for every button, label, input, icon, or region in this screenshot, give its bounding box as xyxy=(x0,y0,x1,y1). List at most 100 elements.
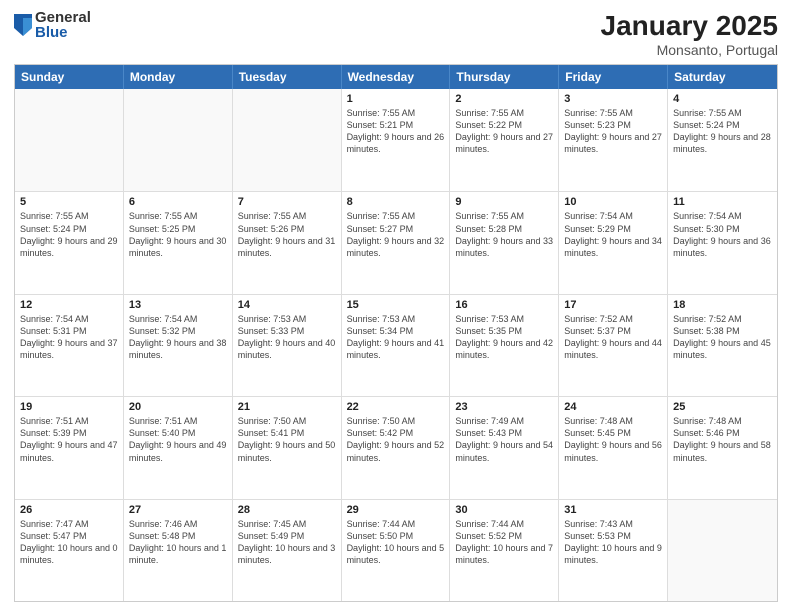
calendar-day-cell: 1 Sunrise: 7:55 AMSunset: 5:21 PMDaylight… xyxy=(342,89,451,191)
day-number: 28 xyxy=(238,504,336,516)
day-info: Sunrise: 7:43 AMSunset: 5:53 PMDaylight:… xyxy=(564,518,662,567)
day-number: 16 xyxy=(455,299,553,311)
day-number: 1 xyxy=(347,93,445,105)
logo-blue: Blue xyxy=(35,25,91,40)
calendar-day-cell: 10 Sunrise: 7:54 AMSunset: 5:29 PMDayligh… xyxy=(559,192,668,293)
day-number: 22 xyxy=(347,401,445,413)
day-number: 13 xyxy=(129,299,227,311)
day-info: Sunrise: 7:51 AMSunset: 5:40 PMDaylight:… xyxy=(129,415,227,464)
calendar-day-cell: 5Sunrise: 7:55 AMSunset: 5:24 PMDaylight… xyxy=(15,192,124,293)
calendar-week-row: 1 Sunrise: 7:55 AMSunset: 5:21 PMDaylight… xyxy=(15,89,777,191)
calendar-day-cell: 31 Sunrise: 7:43 AMSunset: 5:53 PMDayligh… xyxy=(559,500,668,601)
day-info: Sunrise: 7:50 AMSunset: 5:41 PMDaylight:… xyxy=(238,415,336,464)
calendar-day-cell: 16 Sunrise: 7:53 AMSunset: 5:35 PMDayligh… xyxy=(450,295,559,396)
day-number: 31 xyxy=(564,504,662,516)
calendar-day-cell: 29Sunrise: 7:44 AMSunset: 5:50 PMDayligh… xyxy=(342,500,451,601)
day-info: Sunrise: 7:45 AMSunset: 5:49 PMDaylight:… xyxy=(238,518,336,567)
calendar-day-cell: 8 Sunrise: 7:55 AMSunset: 5:27 PMDaylight… xyxy=(342,192,451,293)
day-info: Sunrise: 7:44 AMSunset: 5:52 PMDaylight:… xyxy=(455,518,553,567)
day-number: 14 xyxy=(238,299,336,311)
day-number: 15 xyxy=(347,299,445,311)
day-number: 12 xyxy=(20,299,118,311)
calendar-header: SundayMondayTuesdayWednesdayThursdayFrid… xyxy=(15,65,777,89)
calendar: SundayMondayTuesdayWednesdayThursdayFrid… xyxy=(14,64,778,602)
day-info: Sunrise: 7:55 AMSunset: 5:22 PMDaylight:… xyxy=(455,107,553,156)
day-info: Sunrise: 7:55 AMSunset: 5:24 PMDaylight:… xyxy=(20,210,118,259)
calendar-day-cell: 17 Sunrise: 7:52 AMSunset: 5:37 PMDayligh… xyxy=(559,295,668,396)
day-info: Sunrise: 7:50 AMSunset: 5:42 PMDaylight:… xyxy=(347,415,445,464)
calendar-day-cell xyxy=(15,89,124,191)
weekday-header: Saturday xyxy=(668,65,777,89)
calendar-day-cell: 21Sunrise: 7:50 AMSunset: 5:41 PMDayligh… xyxy=(233,397,342,498)
calendar-day-cell: 2 Sunrise: 7:55 AMSunset: 5:22 PMDaylight… xyxy=(450,89,559,191)
day-info: Sunrise: 7:53 AMSunset: 5:33 PMDaylight:… xyxy=(238,313,336,362)
logo-text: General Blue xyxy=(35,10,91,40)
calendar-day-cell: 11 Sunrise: 7:54 AMSunset: 5:30 PMDayligh… xyxy=(668,192,777,293)
calendar-day-cell: 18Sunrise: 7:52 AMSunset: 5:38 PMDayligh… xyxy=(668,295,777,396)
day-number: 4 xyxy=(673,93,772,105)
calendar-week-row: 5Sunrise: 7:55 AMSunset: 5:24 PMDaylight… xyxy=(15,191,777,293)
calendar-day-cell: 12Sunrise: 7:54 AMSunset: 5:31 PMDayligh… xyxy=(15,295,124,396)
day-info: Sunrise: 7:55 AMSunset: 5:26 PMDaylight:… xyxy=(238,210,336,259)
weekday-header: Monday xyxy=(124,65,233,89)
logo-general: General xyxy=(35,10,91,25)
calendar-day-cell: 6Sunrise: 7:55 AMSunset: 5:25 PMDaylight… xyxy=(124,192,233,293)
day-info: Sunrise: 7:55 AMSunset: 5:27 PMDaylight:… xyxy=(347,210,445,259)
day-number: 24 xyxy=(564,401,662,413)
day-info: Sunrise: 7:51 AMSunset: 5:39 PMDaylight:… xyxy=(20,415,118,464)
day-info: Sunrise: 7:54 AMSunset: 5:29 PMDaylight:… xyxy=(564,210,662,259)
day-number: 20 xyxy=(129,401,227,413)
page-header: General Blue January 2025 Monsanto, Port… xyxy=(14,10,778,58)
calendar-day-cell: 28 Sunrise: 7:45 AMSunset: 5:49 PMDayligh… xyxy=(233,500,342,601)
day-info: Sunrise: 7:52 AMSunset: 5:37 PMDaylight:… xyxy=(564,313,662,362)
calendar-day-cell xyxy=(233,89,342,191)
day-info: Sunrise: 7:53 AMSunset: 5:34 PMDaylight:… xyxy=(347,313,445,362)
day-info: Sunrise: 7:55 AMSunset: 5:28 PMDaylight:… xyxy=(455,210,553,259)
day-info: Sunrise: 7:55 AMSunset: 5:23 PMDaylight:… xyxy=(564,107,662,156)
day-number: 9 xyxy=(455,196,553,208)
day-info: Sunrise: 7:48 AMSunset: 5:46 PMDaylight:… xyxy=(673,415,772,464)
calendar-day-cell: 27 Sunrise: 7:46 AMSunset: 5:48 PMDayligh… xyxy=(124,500,233,601)
day-info: Sunrise: 7:55 AMSunset: 5:21 PMDaylight:… xyxy=(347,107,445,156)
title-area: January 2025 Monsanto, Portugal xyxy=(601,10,778,58)
calendar-day-cell: 20 Sunrise: 7:51 AMSunset: 5:40 PMDayligh… xyxy=(124,397,233,498)
day-info: Sunrise: 7:55 AMSunset: 5:24 PMDaylight:… xyxy=(673,107,772,156)
calendar-day-cell: 26Sunrise: 7:47 AMSunset: 5:47 PMDayligh… xyxy=(15,500,124,601)
weekday-header: Friday xyxy=(559,65,668,89)
calendar-day-cell: 3Sunrise: 7:55 AMSunset: 5:23 PMDaylight… xyxy=(559,89,668,191)
calendar-day-cell: 15 Sunrise: 7:53 AMSunset: 5:34 PMDayligh… xyxy=(342,295,451,396)
day-info: Sunrise: 7:54 AMSunset: 5:30 PMDaylight:… xyxy=(673,210,772,259)
day-info: Sunrise: 7:48 AMSunset: 5:45 PMDaylight:… xyxy=(564,415,662,464)
day-number: 2 xyxy=(455,93,553,105)
month-title: January 2025 xyxy=(601,10,778,42)
logo: General Blue xyxy=(14,10,91,40)
calendar-body: 1 Sunrise: 7:55 AMSunset: 5:21 PMDaylight… xyxy=(15,89,777,601)
calendar-day-cell: 9 Sunrise: 7:55 AMSunset: 5:28 PMDaylight… xyxy=(450,192,559,293)
day-number: 18 xyxy=(673,299,772,311)
calendar-page: General Blue January 2025 Monsanto, Port… xyxy=(0,0,792,612)
calendar-day-cell: 14 Sunrise: 7:53 AMSunset: 5:33 PMDayligh… xyxy=(233,295,342,396)
calendar-day-cell: 19Sunrise: 7:51 AMSunset: 5:39 PMDayligh… xyxy=(15,397,124,498)
day-number: 27 xyxy=(129,504,227,516)
day-info: Sunrise: 7:46 AMSunset: 5:48 PMDaylight:… xyxy=(129,518,227,567)
day-number: 17 xyxy=(564,299,662,311)
day-number: 11 xyxy=(673,196,772,208)
calendar-day-cell xyxy=(124,89,233,191)
calendar-day-cell: 30Sunrise: 7:44 AMSunset: 5:52 PMDayligh… xyxy=(450,500,559,601)
calendar-day-cell: 13Sunrise: 7:54 AMSunset: 5:32 PMDayligh… xyxy=(124,295,233,396)
calendar-day-cell: 24 Sunrise: 7:48 AMSunset: 5:45 PMDayligh… xyxy=(559,397,668,498)
calendar-day-cell: 22 Sunrise: 7:50 AMSunset: 5:42 PMDayligh… xyxy=(342,397,451,498)
day-number: 29 xyxy=(347,504,445,516)
day-number: 10 xyxy=(564,196,662,208)
weekday-header: Sunday xyxy=(15,65,124,89)
day-info: Sunrise: 7:53 AMSunset: 5:35 PMDaylight:… xyxy=(455,313,553,362)
location-subtitle: Monsanto, Portugal xyxy=(601,42,778,58)
weekday-header: Wednesday xyxy=(342,65,451,89)
weekday-header: Thursday xyxy=(450,65,559,89)
day-number: 8 xyxy=(347,196,445,208)
calendar-day-cell: 4 Sunrise: 7:55 AMSunset: 5:24 PMDaylight… xyxy=(668,89,777,191)
calendar-day-cell: 25Sunrise: 7:48 AMSunset: 5:46 PMDayligh… xyxy=(668,397,777,498)
calendar-week-row: 12Sunrise: 7:54 AMSunset: 5:31 PMDayligh… xyxy=(15,294,777,396)
calendar-day-cell: 7 Sunrise: 7:55 AMSunset: 5:26 PMDaylight… xyxy=(233,192,342,293)
day-number: 7 xyxy=(238,196,336,208)
